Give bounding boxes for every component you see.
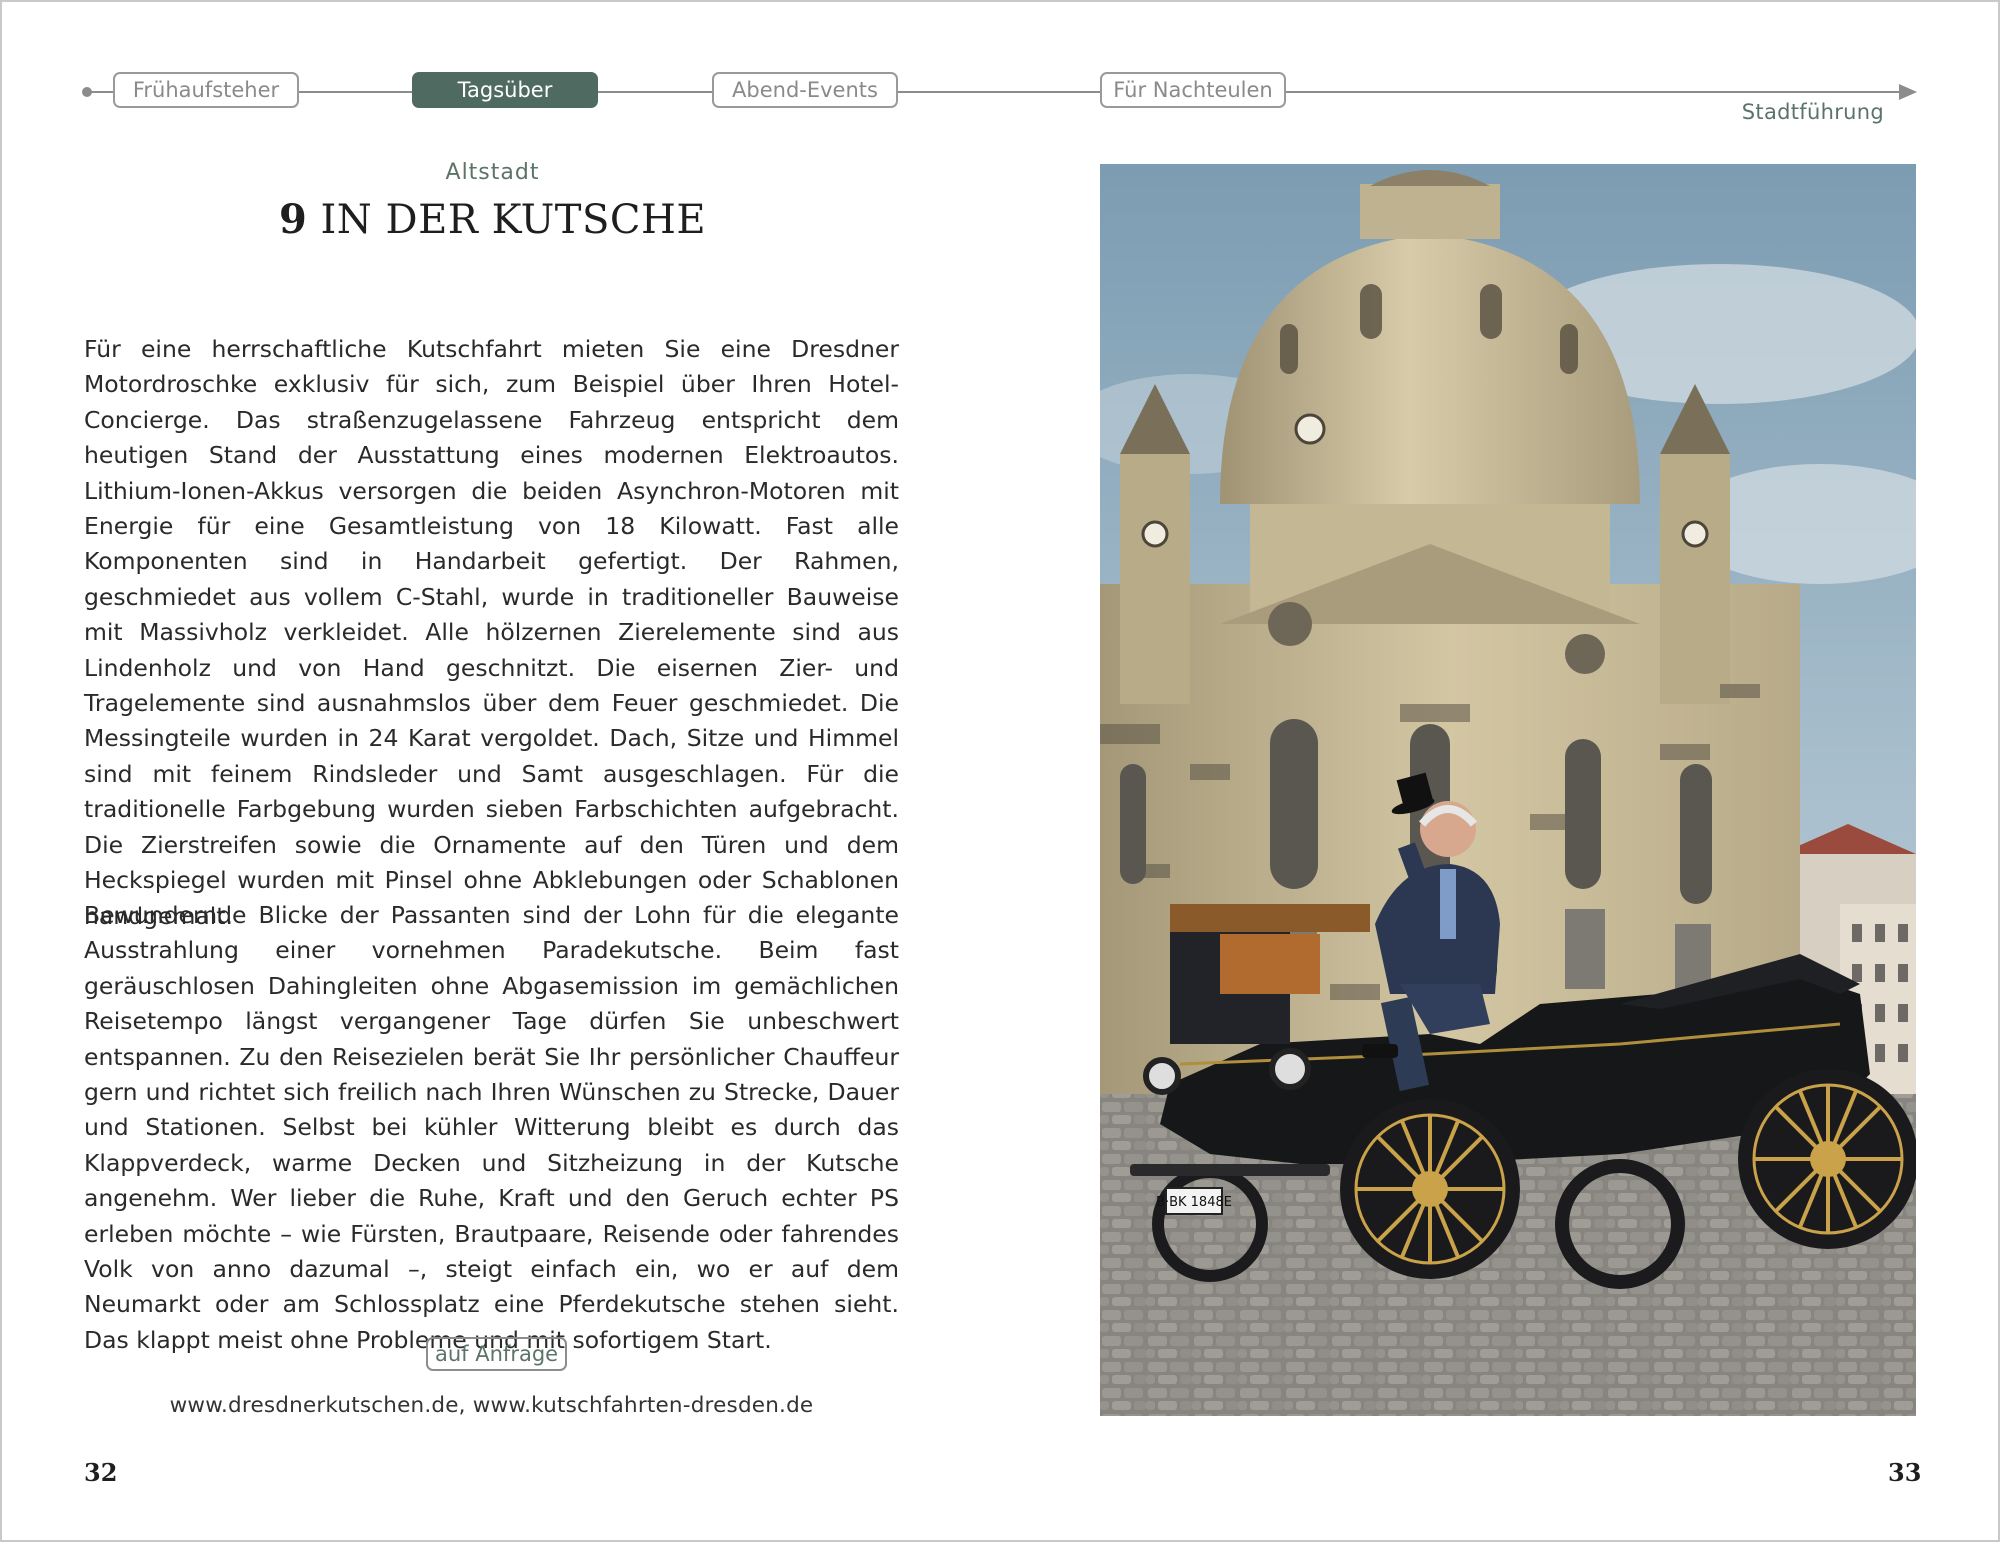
article-title-text: IN DER KUTSCHE — [320, 197, 707, 243]
timeline-start-dot — [82, 87, 92, 97]
article-number: 9 — [278, 196, 308, 243]
page-number-left: 32 — [84, 1458, 118, 1487]
tab-abend-events[interactable]: Abend-Events — [712, 72, 898, 108]
page-number-right: 33 — [1888, 1458, 1922, 1487]
paragraph-2: Bewundernde Blicke der Passanten sind de… — [84, 901, 899, 1354]
website-links[interactable]: www.dresdnerkutschen.de, www.kutschfahrt… — [84, 1393, 899, 1418]
timeline-arrow-icon — [1899, 84, 1917, 100]
tab-fuer-nachteulen[interactable]: Für Nachteulen — [1100, 72, 1286, 108]
license-plate-text: B·BK 1848E — [1156, 1195, 1232, 1210]
carriage-photo: B·BK 1848E — [1100, 164, 1916, 1416]
category-label: Stadtführung — [1741, 100, 1884, 124]
paragraph-1: Für eine herrschaftliche Kutschfahrt mie… — [84, 335, 899, 930]
price-badge: auf Anfrage — [426, 1337, 568, 1371]
timeline-line — [86, 91, 1901, 93]
tab-tagsueber[interactable]: Tagsüber — [412, 72, 598, 108]
tab-fruehaufsteher[interactable]: Frühaufsteher — [113, 72, 299, 108]
time-of-day-timeline: Frühaufsteher Tagsüber Abend-Events Für … — [82, 70, 1917, 114]
location-label: Altstadt — [445, 160, 540, 185]
article-title: 9 IN DER KUTSCHE — [150, 196, 835, 243]
frauenkirche-carriage-illustration: B·BK 1848E — [1100, 164, 1916, 1416]
